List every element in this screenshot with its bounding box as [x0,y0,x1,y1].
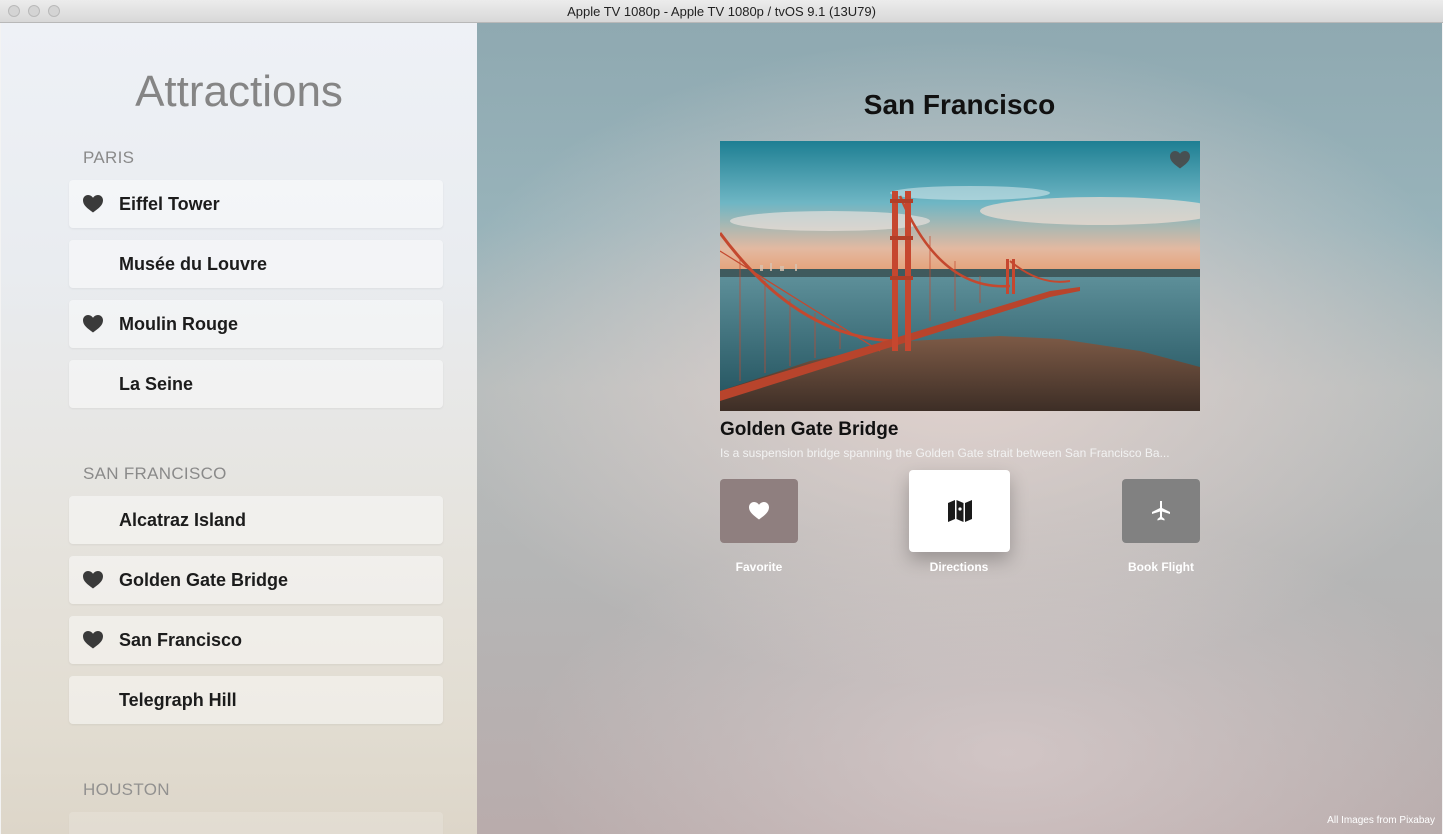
window-title: Apple TV 1080p - Apple TV 1080p / tvOS 9… [567,4,876,19]
heart-icon [83,195,103,213]
list-item-musee-du-louvre[interactable]: Musée du Louvre [69,240,443,288]
book-flight-button[interactable] [1122,479,1200,543]
golden-gate-bridge-image [720,141,1200,411]
list-item-telegraph-hill[interactable]: Telegraph Hill [69,676,443,724]
image-credit: All Images from Pixabay [1327,815,1435,826]
book-flight-label: Book Flight [1128,560,1194,574]
list-item-label: Alcatraz Island [119,510,247,530]
list-item-label: Moulin Rouge [119,314,238,334]
list-item-label: La Seine [119,374,194,394]
attraction-description: Is a suspension bridge spanning the Gold… [720,446,1170,460]
title-bar[interactable]: Apple TV 1080p - Apple TV 1080p / tvOS 9… [0,0,1443,23]
attractions-sidebar: Attractions PARIS Eiffel Tower Musée du … [1,23,477,834]
detail-panel: San Francisco Golden Gate Bridge Is a su… [477,23,1442,834]
section-header-san-francisco: SAN FRANCISCO [83,464,227,483]
heart-icon [83,631,103,649]
section-header-houston: HOUSTON [83,780,170,799]
sidebar-title: Attractions [135,67,343,116]
attraction-title: Golden Gate Bridge [720,419,899,440]
directions-button[interactable] [909,470,1010,552]
favorite-label: Favorite [735,560,783,574]
list-item-partial[interactable] [69,812,443,834]
attraction-photo [720,141,1200,411]
list-item-la-seine[interactable]: La Seine [69,360,443,408]
tv-screen: Attractions PARIS Eiffel Tower Musée du … [1,23,1442,834]
list-item-label: San Francisco [119,630,243,650]
list-item-label: Eiffel Tower [119,194,220,214]
list-item-golden-gate-bridge[interactable]: Golden Gate Bridge [69,556,443,604]
list-item-alcatraz-island[interactable]: Alcatraz Island [69,496,443,544]
heart-icon [749,502,769,520]
airplane-icon [1152,501,1170,521]
heart-icon [83,571,103,589]
list-item-label: Telegraph Hill [119,690,237,710]
directions-label: Directions [929,560,989,574]
list-item-eiffel-tower[interactable]: Eiffel Tower [69,180,443,228]
list-item-moulin-rouge[interactable]: Moulin Rouge [69,300,443,348]
favorite-button[interactable] [720,479,798,543]
list-item-san-francisco[interactable]: San Francisco [69,616,443,664]
simulator-window: Apple TV 1080p - Apple TV 1080p / tvOS 9… [0,0,1443,834]
list-item-label: Musée du Louvre [119,254,268,274]
heart-icon [83,315,103,333]
map-icon [947,500,972,522]
list-item-label: Golden Gate Bridge [119,570,289,590]
section-header-paris: PARIS [83,148,135,167]
city-title: San Francisco [863,89,1056,120]
heart-icon [1170,151,1190,169]
